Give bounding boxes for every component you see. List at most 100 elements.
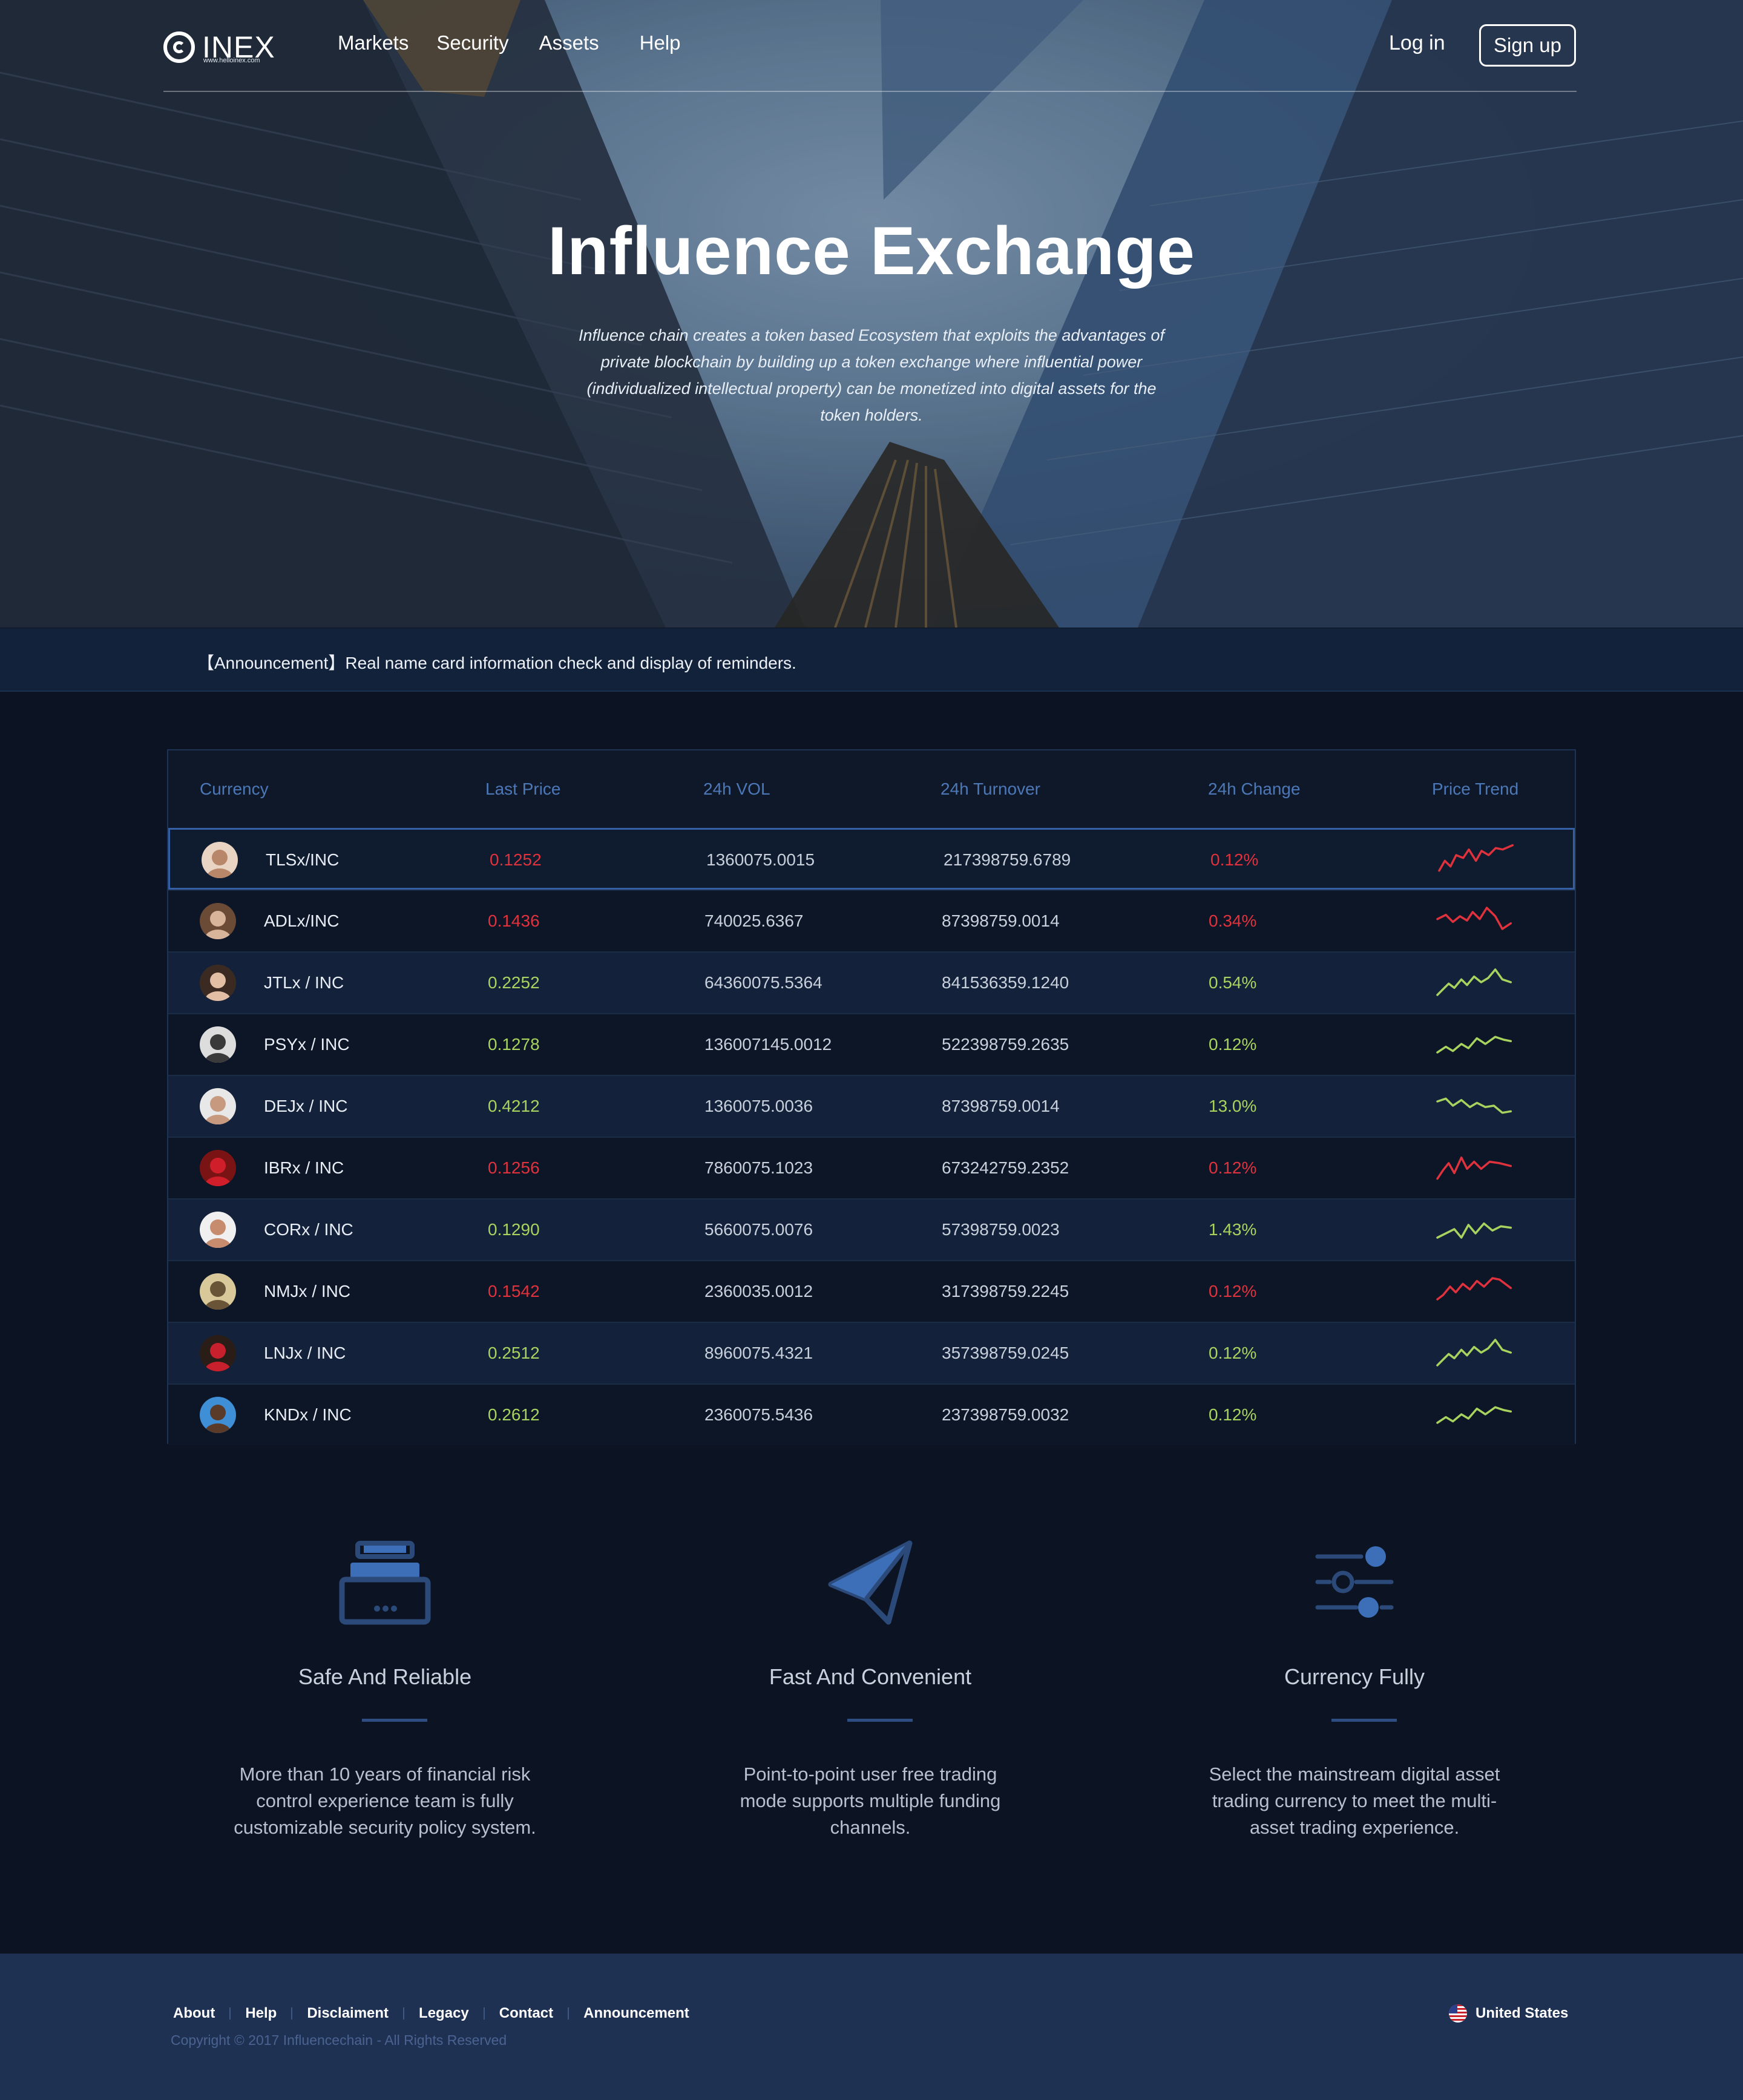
last-price: 0.1542	[488, 1282, 540, 1301]
price-trend-sparkline	[1436, 1222, 1512, 1239]
turnover-24h: 673242759.2352	[942, 1158, 1069, 1177]
turnover-24h: 522398759.2635	[942, 1035, 1069, 1054]
last-price: 0.1256	[488, 1158, 540, 1177]
last-price: 0.2612	[488, 1405, 540, 1424]
table-row[interactable]: NMJx / INC 0.1542 2360035.0012 317398759.22…	[168, 1260, 1575, 1322]
nav-security[interactable]: Security	[436, 31, 508, 54]
avatar	[202, 842, 238, 878]
feature-divider	[847, 1719, 913, 1722]
col-24h-change: 24h Change	[1208, 779, 1301, 798]
change-24h: 1.43%	[1209, 1220, 1257, 1239]
volume-24h: 5660075.0076	[704, 1220, 813, 1239]
avatar	[200, 1397, 236, 1433]
hero-description: Influence chain creates a token based Ec…	[578, 326, 1165, 424]
footer: About Help Disclaiment Legacy Contact An…	[0, 1954, 1743, 2100]
table-row[interactable]: KNDx / INC 0.2612 2360075.5436 237398759.00…	[168, 1383, 1575, 1445]
avatar	[200, 903, 236, 939]
signup-button[interactable]: Sign up	[1479, 24, 1576, 67]
volume-24h: 7860075.1023	[704, 1158, 813, 1177]
volume-24h: 1360075.0015	[706, 850, 815, 869]
pair-name: PSYx / INC	[264, 1035, 350, 1054]
footer-separator	[483, 2007, 485, 2020]
change-24h: 0.12%	[1209, 1035, 1257, 1054]
avatar	[200, 1088, 236, 1124]
volume-24h: 2360035.0012	[704, 1282, 813, 1301]
last-price: 0.1278	[488, 1035, 540, 1054]
avatar	[200, 1273, 236, 1310]
table-row[interactable]: JTLx / INC 0.2252 64360075.5364 841536359.1…	[168, 951, 1575, 1013]
price-trend-sparkline	[1436, 1339, 1512, 1367]
col-currency: Currency	[200, 779, 269, 798]
printer-icon	[339, 1541, 431, 1625]
footer-link-announcement[interactable]: Announcement	[583, 2005, 689, 2022]
table-row[interactable]: CORx / INC 0.1290 5660075.0076 57398759.002…	[168, 1198, 1575, 1260]
feature-title: Currency Fully	[1284, 1664, 1425, 1689]
volume-24h: 8960075.4321	[704, 1344, 813, 1362]
turnover-24h: 357398759.0245	[942, 1344, 1069, 1362]
footer-link-contact[interactable]: Contact	[499, 2005, 553, 2022]
col-24h-turnover: 24h Turnover	[940, 779, 1040, 798]
pair-name: CORx / INC	[264, 1220, 353, 1239]
announcement-text[interactable]: 【Announcement】Real name card information…	[197, 650, 796, 674]
region-label: United States	[1475, 2005, 1569, 2021]
avatar	[200, 1335, 236, 1371]
col-last-price: Last Price	[485, 779, 561, 798]
copyright: Copyright © 2017 Influencechain - All Ri…	[171, 2032, 507, 2048]
feature-fast: Fast And Convenient Point-to-point user …	[677, 1531, 1064, 1838]
table-row[interactable]: LNJx / INC 0.2512 8960075.4321 357398759.02…	[168, 1322, 1575, 1383]
brand-logo[interactable]: INEX www.helloinex.com	[163, 29, 275, 65]
feature-title: Fast And Convenient	[769, 1664, 972, 1689]
pair-name: IBRx / INC	[264, 1158, 344, 1177]
nav-help[interactable]: Help	[640, 31, 681, 54]
price-trend-sparkline	[1438, 844, 1514, 872]
avatar	[200, 1212, 236, 1248]
table-row[interactable]: IBRx / INC 0.1256 7860075.1023 673242759.23…	[168, 1137, 1575, 1198]
table-header: Currency Last Price 24h VOL 24h Turnover…	[168, 750, 1575, 828]
footer-link-legacy[interactable]: Legacy	[419, 2005, 469, 2022]
feature-description: More than 10 years of financial risk con…	[234, 1764, 536, 1838]
last-price: 0.2252	[488, 973, 540, 992]
last-price: 0.1436	[488, 911, 540, 930]
last-price: 0.2512	[488, 1344, 540, 1362]
price-trend-sparkline	[1436, 1156, 1512, 1180]
feature-divider	[1331, 1719, 1397, 1722]
skyscraper-background	[0, 0, 1743, 628]
price-trend-sparkline	[1436, 968, 1512, 996]
pair-name: ADLx/INC	[264, 911, 340, 930]
table-row[interactable]: TLSx/INC 0.1252 1360075.0015 217398759.6789…	[168, 828, 1575, 890]
region-selector[interactable]: United States	[1449, 2004, 1568, 2023]
nav-markets[interactable]: Markets	[338, 31, 409, 54]
feature-currency: Currency Fully Select the mainstream dig…	[1161, 1531, 1548, 1838]
table-row[interactable]: PSYx / INC 0.1278 136007145.0012 522398759.…	[168, 1013, 1575, 1075]
table-row[interactable]: DEJx / INC 0.4212 1360075.0036 87398759.001…	[168, 1075, 1575, 1137]
col-24h-vol: 24h VOL	[703, 779, 770, 798]
footer-separator	[291, 2007, 293, 2020]
last-price: 0.4212	[488, 1097, 540, 1115]
volume-24h: 1360075.0036	[704, 1097, 813, 1115]
table-row[interactable]: ADLx/INC 0.1436 740025.6367 87398759.0014 0.…	[168, 890, 1575, 951]
change-24h: 0.12%	[1209, 1405, 1257, 1424]
announcement-bar: 【Announcement】Real name card information…	[0, 628, 1743, 692]
change-24h: 0.34%	[1209, 911, 1257, 930]
top-nav: INEX www.helloinex.com Markets Security …	[0, 0, 1743, 92]
price-trend-sparkline	[1436, 1097, 1512, 1114]
paper-plane-icon	[828, 1540, 913, 1625]
avatar	[200, 965, 236, 1001]
login-link[interactable]: Log in	[1389, 31, 1445, 55]
turnover-24h: 87398759.0014	[942, 911, 1060, 930]
volume-24h: 136007145.0012	[704, 1035, 832, 1054]
change-24h: 0.12%	[1209, 1344, 1257, 1362]
us-flag-icon	[1449, 2004, 1467, 2023]
brand-url: www.helloinex.com	[203, 57, 260, 64]
price-trend-sparkline	[1436, 1406, 1512, 1424]
feature-title: Safe And Reliable	[298, 1664, 472, 1689]
footer-links: About Help Disclaiment Legacy Contact An…	[173, 2005, 689, 2022]
turnover-24h: 217398759.6789	[944, 850, 1071, 869]
footer-link-disclaimer[interactable]: Disclaiment	[307, 2005, 389, 2022]
turnover-24h: 841536359.1240	[942, 973, 1069, 992]
pair-name: KNDx / INC	[264, 1405, 352, 1424]
sliders-icon	[1315, 1546, 1394, 1618]
nav-assets[interactable]: Assets	[539, 31, 599, 54]
footer-link-about[interactable]: About	[173, 2005, 215, 2022]
footer-link-help[interactable]: Help	[245, 2005, 277, 2022]
